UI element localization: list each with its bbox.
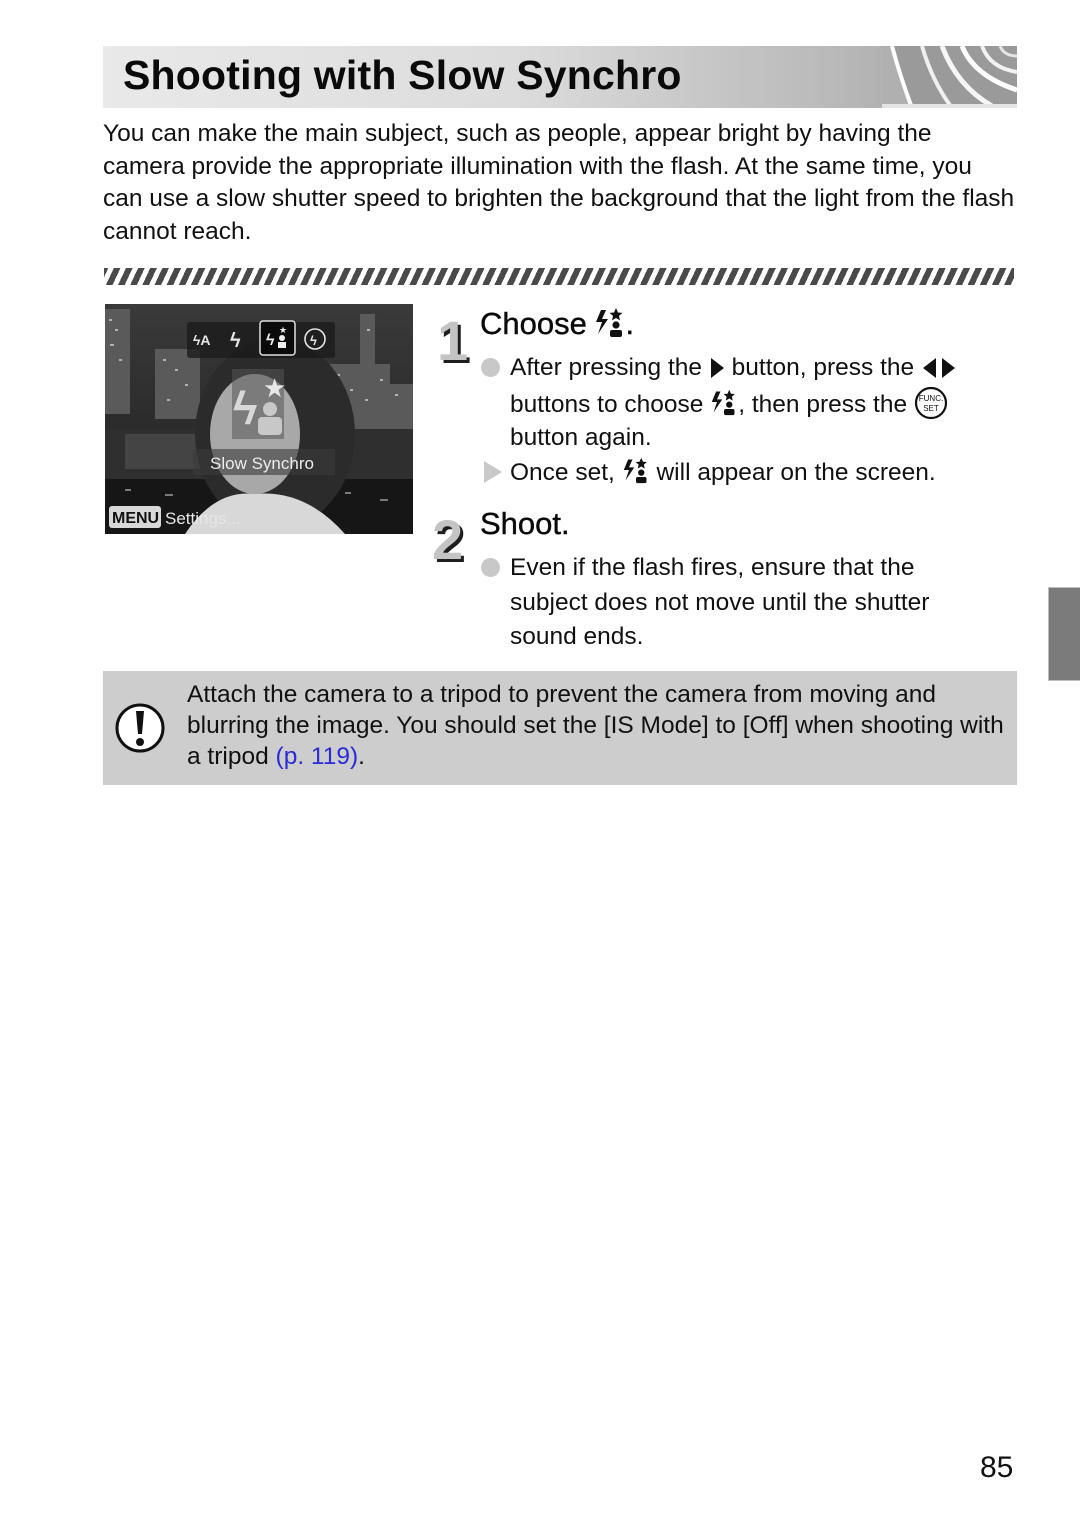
step-1-result-b: will appear on the screen. [656,459,936,486]
step-1-line-3: button again. [510,424,652,451]
func-set-button-icon: FUNC. SET [914,386,948,420]
caution-suffix: . [358,743,365,770]
step-1-title-text: Choose [480,306,587,341]
svg-text:ϟ: ϟ [310,333,317,348]
step-1-line-2: buttons to choose , then press the FUNC.… [510,386,1020,423]
result-arrow-icon [484,461,502,483]
caution-text: Attach the camera to a tripod to prevent… [187,679,1007,772]
bullet-dot [481,358,500,377]
slow-synchro-large-icon: ϟ [233,382,257,434]
svg-text:★: ★ [279,325,287,335]
svg-text:SET: SET [923,404,939,413]
hatched-divider [104,268,1014,285]
bullet-dot [481,558,500,577]
svg-text:FUNC.: FUNC. [919,394,943,403]
auto-flash-icon: ϟA [193,332,211,348]
step-1-line-2-b: , then press the [738,391,908,418]
mode-label: Slow Synchro [210,454,314,473]
flash-on-icon: ϟ [230,330,241,352]
page-reference-link[interactable]: (p. 119) [276,743,359,770]
step-number-1: 1 [437,309,469,372]
step-1-line-1-b: button, press the [731,354,915,381]
right-arrow-button-icon [710,358,724,378]
slow-synchro-icon [596,308,623,337]
intro-paragraph: You can make the main subject, such as p… [103,120,1015,246]
step-2-line-2: subject does not move until the shutter [510,589,930,616]
ring-decoration-icon [882,46,1017,108]
slow-synchro-icon [711,389,736,416]
page-number: 85 [980,1451,1014,1484]
step-2-line-3: sound ends. [510,623,644,650]
menu-key-label: MENU [112,510,159,527]
slow-synchro-icon: ϟ [266,332,275,349]
page-title: Shooting with Slow Synchro [123,52,682,98]
step-1-line-2-a: buttons to choose [510,391,704,418]
step-1-line-1: After pressing the button, press the [510,351,1020,386]
step-1-line-1-a: After pressing the [510,354,703,381]
step-2-title: Shoot. [480,506,570,541]
svg-text:★: ★ [263,373,286,403]
step-number-2: 2 [432,508,464,571]
menu-hint: Settings... [165,509,241,528]
caution-box: Attach the camera to a tripod to prevent… [103,671,1017,785]
slow-synchro-icon [623,457,647,484]
step-1-title: Choose . [480,306,635,342]
chapter-side-tab [1048,587,1080,681]
step-2-line-1: Even if the flash fires, ensure that the [510,554,915,581]
step-1-result-a: Once set, [510,459,615,486]
step-1-title-suffix: . [625,306,635,341]
left-right-arrow-buttons-icon [922,358,955,378]
camera-screen-illustration: ϟA ϟ ϟ ★ ϟ ϟ ★ Slow Synchro MENU Setting… [105,304,413,534]
section-title-bar: Shooting with Slow Synchro [103,46,1017,108]
step-1-result: Once set, will appear on the screen. [510,456,1020,491]
caution-exclamation-icon [115,703,165,753]
